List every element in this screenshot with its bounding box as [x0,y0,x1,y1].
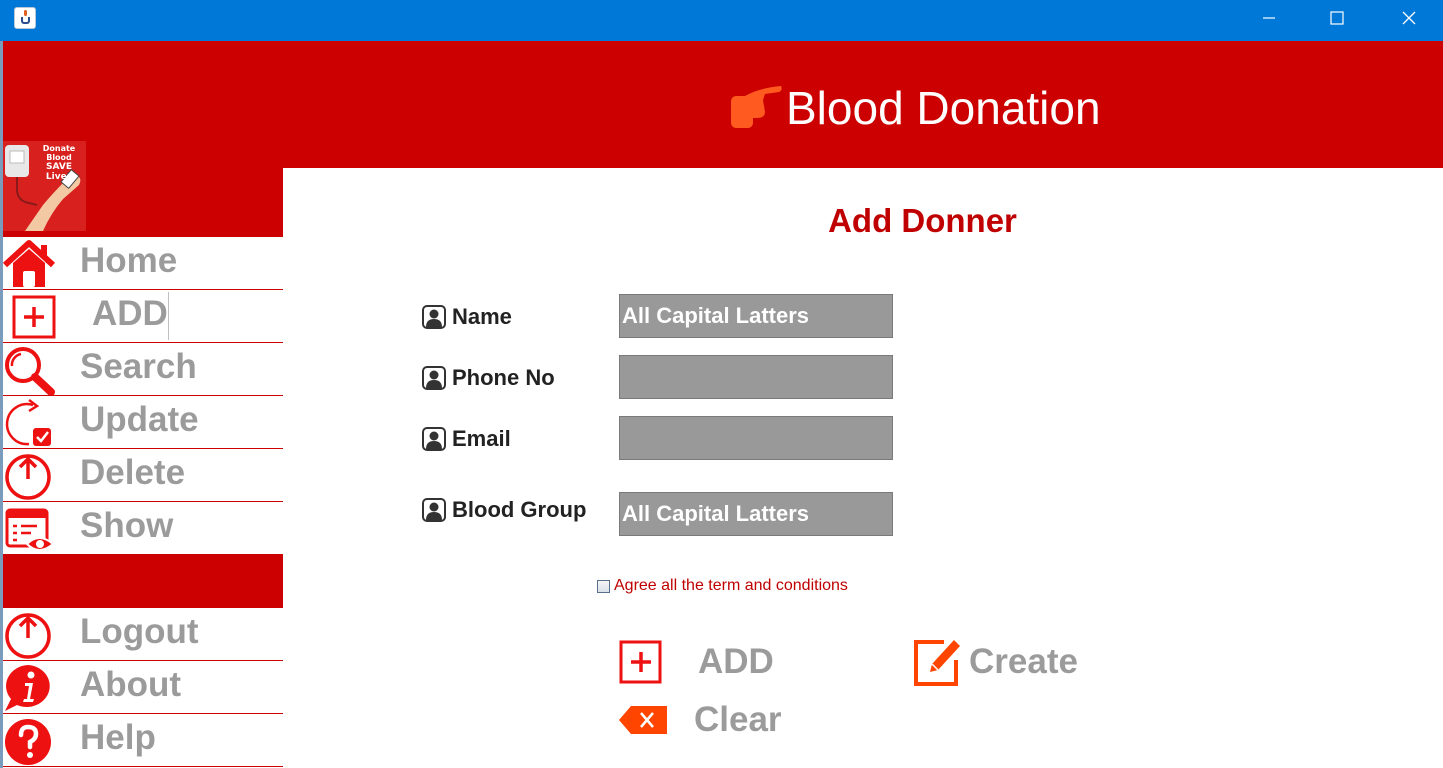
home-icon [3,240,56,287]
form-title: Add Donner [828,202,1017,239]
sidebar-item-update[interactable]: Update [3,396,283,449]
sidebar-item-label: Search [80,347,197,386]
create-button[interactable]: Create [910,634,1078,690]
sidebar-item-logout[interactable]: Logout [3,608,283,661]
pointing-hand-blood-drop-icon [731,86,782,128]
sidebar-separator-band [3,554,283,608]
sidebar-item-label: ADD [92,294,168,333]
focus-divider [168,292,169,340]
minimize-icon [1263,17,1275,19]
donate-blood-logo: Donate Blood SAVE Lives [3,141,86,231]
app-title: Blood Donation [786,82,1101,134]
sidebar-item-about[interactable]: About [3,661,283,714]
blood-group-label: Blood Group [422,495,586,525]
blood-group-field[interactable] [619,492,893,536]
user-icon [422,366,446,390]
user-icon [422,498,446,522]
phone-label-text: Phone No [452,365,555,390]
add-box-icon [619,640,662,684]
java-cup-icon[interactable] [14,7,36,29]
add-button[interactable]: ADD [619,639,774,685]
power-icon [5,613,51,659]
refresh-check-icon [5,399,51,446]
email-field[interactable] [619,416,893,460]
email-label: Email [422,424,511,454]
blood-group-label-text: Blood Group [452,497,587,522]
power-icon [5,454,51,500]
sidebar-item-add[interactable]: ADD [3,290,283,343]
name-label-text: Name [452,304,512,329]
agree-terms[interactable]: Agree all the term and conditions [597,577,848,595]
magnifier-icon [5,347,55,395]
window-title-bar [0,0,1443,41]
sidebar-item-home[interactable]: Home [3,237,283,290]
phone-field[interactable] [619,355,893,399]
list-eye-icon [5,508,55,551]
maximize-button[interactable] [1314,0,1360,36]
sidebar-item-label: Logout [80,612,199,651]
add-box-icon [12,295,56,339]
sidebar-item-label: About [80,665,182,704]
user-icon [422,427,446,451]
app-header [3,41,1443,168]
name-label: Name [422,302,512,332]
minimize-button[interactable] [1246,0,1292,36]
sidebar-item-label: Delete [80,453,186,492]
sidebar-item-label: Update [80,400,199,439]
sidebar-item-label: Help [80,718,156,757]
add-button-label: ADD [698,642,774,681]
logo-text-line2: SAVE Lives [45,162,73,182]
agree-label: Agree all the term and conditions [614,577,848,594]
sidebar-item-label: Show [80,506,174,545]
backspace-clear-icon [619,706,667,734]
sidebar-item-delete[interactable]: Delete [3,449,283,502]
clear-button-label: Clear [694,700,782,739]
create-button-label: Create [969,642,1078,681]
sidebar-item-help[interactable]: Help [3,714,283,767]
agree-checkbox[interactable] [597,579,610,593]
question-icon [5,719,51,765]
sidebar-item-label: Home [80,241,178,280]
close-button[interactable] [1386,0,1432,36]
maximize-icon [1330,11,1344,25]
edit-pencil-icon [914,640,960,686]
user-icon [422,305,446,329]
info-icon [5,665,50,711]
name-field[interactable] [619,294,893,338]
clear-button[interactable]: Clear [619,700,782,740]
sidebar-item-show[interactable]: Show [3,502,283,555]
sidebar-item-search[interactable]: Search [3,343,283,396]
close-icon [1402,11,1416,25]
email-label-text: Email [452,426,511,451]
logo-text-line1: Donate Blood [42,144,76,162]
phone-label: Phone No [422,363,555,393]
